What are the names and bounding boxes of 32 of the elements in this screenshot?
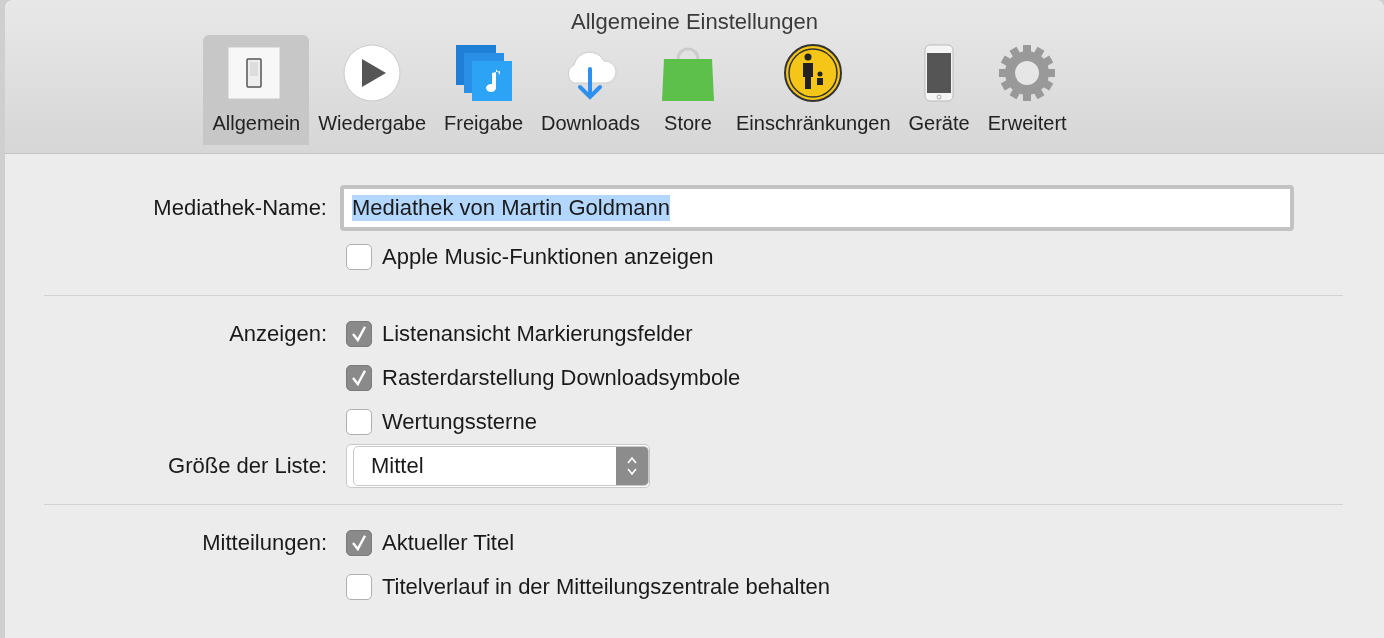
checkbox-label[interactable]: Listenansicht Markierungsfelder bbox=[382, 321, 693, 347]
checkbox-label[interactable]: Wertungssterne bbox=[382, 409, 537, 435]
checkbox[interactable] bbox=[346, 530, 372, 556]
field-label: Größe der Liste: bbox=[168, 453, 327, 478]
chevrons-icon bbox=[625, 454, 639, 478]
toolbar-tab[interactable]: Einschränkungen bbox=[726, 35, 900, 145]
play-icon bbox=[342, 43, 403, 103]
checkbox[interactable] bbox=[346, 409, 372, 435]
dropdown[interactable]: Mittel bbox=[353, 446, 649, 486]
checkbox[interactable] bbox=[346, 365, 372, 391]
checkbox[interactable] bbox=[346, 574, 372, 600]
checkbox[interactable] bbox=[346, 244, 372, 270]
toolbar-tab[interactable]: Wiedergabe bbox=[309, 35, 436, 145]
checkbox[interactable] bbox=[346, 321, 372, 347]
toolbar-tab[interactable]: Erweitert bbox=[978, 35, 1076, 145]
settings-icon bbox=[997, 43, 1058, 103]
toolbar-tab[interactable]: Downloads bbox=[532, 35, 649, 145]
window-title: Allgemeine Einstellungen bbox=[570, 8, 819, 35]
name-field[interactable]: Mediathek von Martin Goldmann bbox=[340, 185, 1294, 231]
toolbar-tab[interactable]: Geräte bbox=[899, 35, 979, 145]
checkbox-label[interactable]: Titelverlauf in der Mitteilungszentrale behalten bbox=[382, 574, 830, 600]
music-stack-icon bbox=[453, 43, 514, 103]
checkbox-label[interactable]: Apple Music-Funktionen anzeigen bbox=[382, 244, 714, 270]
checkbox-label[interactable]: Aktueller Titel bbox=[382, 530, 515, 556]
parent-child-icon bbox=[783, 43, 844, 103]
field-label: Mediathek-Name: bbox=[153, 195, 327, 220]
field-label: Anzeigen: bbox=[229, 321, 327, 346]
toolbar-tab[interactable]: Store bbox=[648, 35, 727, 145]
toolbar-tab[interactable]: Allgemein bbox=[203, 35, 310, 145]
checkbox-label[interactable]: Rasterdarstellung Downloadsymbole bbox=[382, 365, 741, 391]
toolbar-tab[interactable]: Freigabe bbox=[435, 35, 532, 145]
field-label: Mitteilungen: bbox=[202, 530, 327, 555]
